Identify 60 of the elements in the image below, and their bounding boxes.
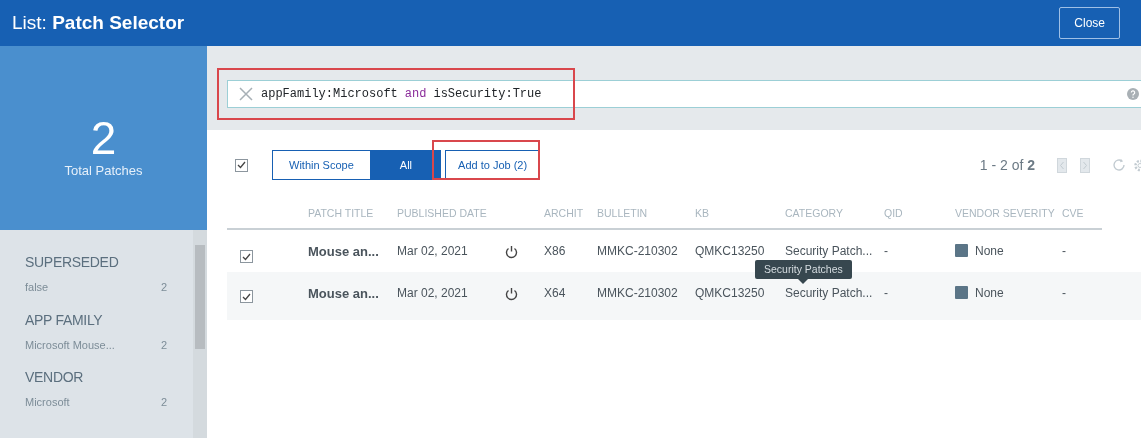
filter-count: 2	[160, 280, 167, 295]
column-header: BULLETIN	[597, 200, 695, 229]
row-checkbox[interactable]	[240, 290, 253, 304]
power-icon	[505, 286, 518, 301]
filter-heading: SUPERSEDED	[25, 253, 120, 272]
next-page-icon[interactable]	[1080, 157, 1090, 173]
window-title-prefix: List:	[12, 11, 47, 33]
architecture: X86	[544, 243, 566, 258]
total-label: Total Patches	[64, 162, 143, 181]
row-checkbox[interactable]	[240, 250, 253, 264]
close-button[interactable]: Close	[1059, 7, 1120, 39]
qid: -	[884, 285, 888, 300]
column-header: CVE	[1062, 200, 1102, 229]
bulletin-id: MMKC-210302	[597, 285, 678, 300]
tooltip-arrow	[798, 279, 809, 284]
column-header: ARCHIT	[544, 200, 597, 229]
category: Security Patch...	[785, 243, 873, 258]
bulletin-id: MMKC-210302	[597, 243, 678, 258]
severity: None	[975, 243, 1004, 258]
filter-heading: VENDOR	[25, 368, 85, 387]
filter-heading: APP FAMILY	[25, 310, 104, 330]
add-to-job-button[interactable]: Add to Job (2)	[445, 149, 541, 181]
filter-count: 2	[160, 395, 167, 410]
query-term: isSecurity:True	[433, 86, 542, 103]
scope-toggle[interactable]: Within Scope	[272, 149, 371, 181]
column-header: VENDOR SEVERITY	[955, 200, 1062, 229]
kb-number: QMKC13250	[695, 285, 765, 300]
refresh-icon[interactable]	[1112, 158, 1126, 172]
qid: -	[884, 243, 888, 258]
total-count: 2	[90, 115, 117, 162]
column-header: QID	[884, 200, 955, 229]
query-operator: and	[404, 86, 427, 103]
category: Security Patch...	[785, 285, 873, 300]
settings-icon[interactable]	[1132, 157, 1141, 173]
select-all-checkbox[interactable]	[235, 158, 248, 172]
cve: -	[1062, 285, 1066, 300]
column-header: PATCH TITLE	[308, 200, 397, 229]
column-header: PUBLISHED DATE	[397, 200, 505, 229]
published-date: Mar 02, 2021	[397, 285, 468, 300]
patch-title[interactable]: Mouse an...	[308, 243, 379, 259]
scrollbar[interactable]	[193, 230, 207, 438]
severity: None	[975, 285, 1004, 300]
cve: -	[1062, 243, 1066, 258]
column-header: CATEGORY	[785, 200, 884, 229]
search-field[interactable]: appFamily:Microsoft and isSecurity:True	[227, 80, 1141, 108]
severity-swatch	[955, 285, 968, 299]
kb-number: QMKC13250	[695, 243, 765, 258]
column-header: KB	[695, 200, 785, 229]
clear-icon[interactable]	[238, 86, 254, 102]
window-title: Patch Selector	[52, 11, 185, 33]
power-icon	[505, 244, 518, 259]
query-term: appFamily:Microsoft	[261, 86, 398, 103]
severity-swatch	[955, 243, 968, 257]
help-icon[interactable]	[1127, 88, 1139, 100]
filter-count: 2	[160, 337, 167, 353]
published-date: Mar 02, 2021	[397, 243, 468, 258]
previous-page-icon[interactable]	[1057, 157, 1067, 173]
architecture: X64	[544, 285, 566, 300]
pagination-text: 1 - 2 of 2	[979, 155, 1035, 175]
scope-toggle[interactable]: All	[370, 149, 442, 181]
